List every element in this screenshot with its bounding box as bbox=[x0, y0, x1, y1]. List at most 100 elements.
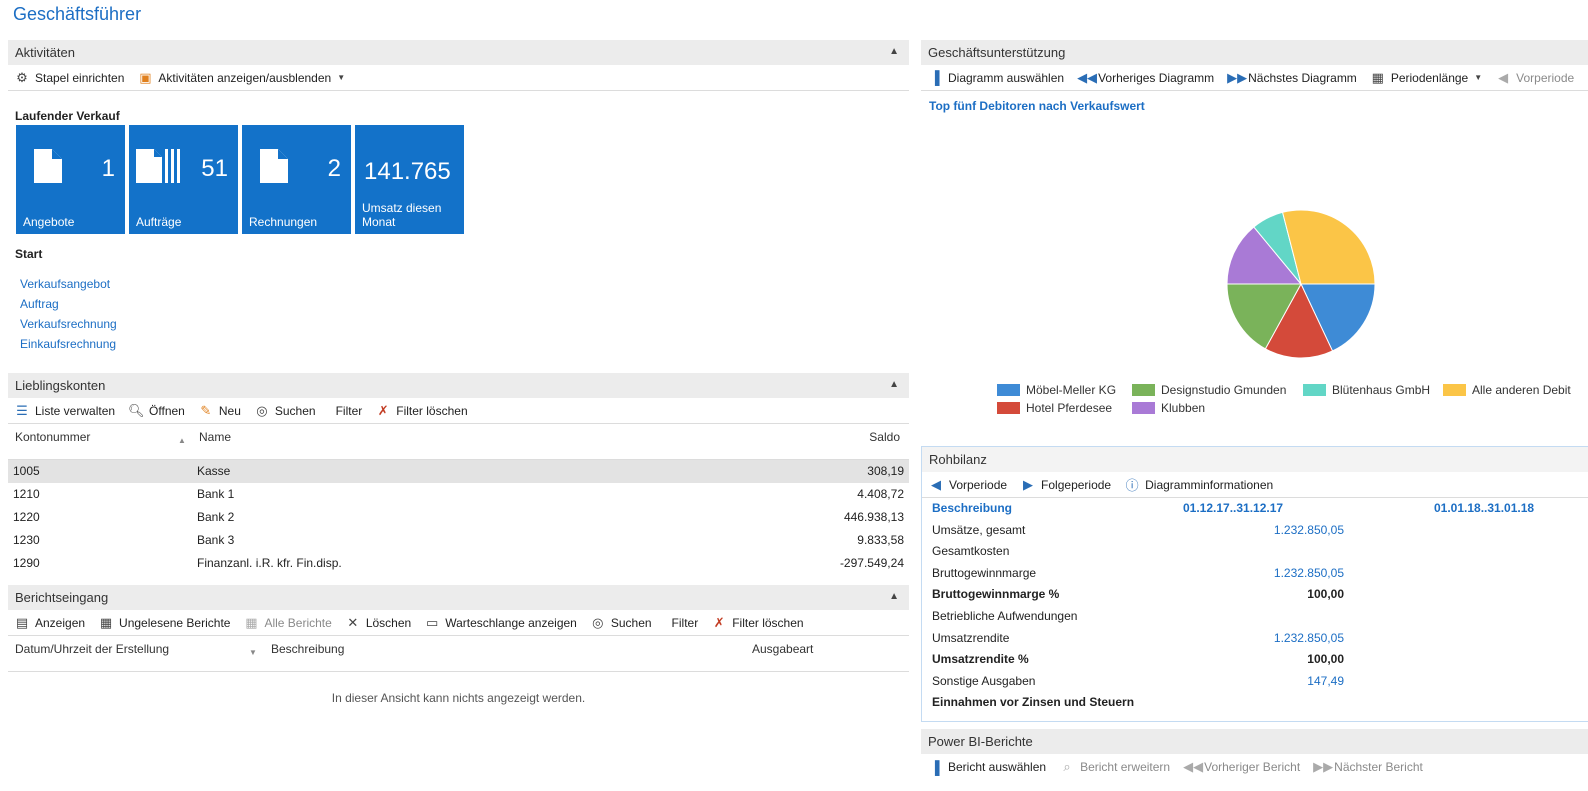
powerbi-header[interactable]: Power BI-Berichte bbox=[921, 729, 1588, 754]
berichtseingang-toolbar: ▤ Anzeigen ▦ Ungelesene Berichte ▦ Alle Ber… bbox=[8, 610, 909, 636]
legend-swatch bbox=[997, 402, 1020, 414]
chevron-down-icon: ▼ bbox=[1474, 73, 1483, 82]
stapel-einrichten-button[interactable]: ⚙ Stapel einrichten bbox=[14, 70, 124, 86]
rohbilanz-row[interactable]: Sonstige Ausgaben 147,49 bbox=[922, 671, 1588, 693]
link-einkaufsrechnung[interactable]: Einkaufsrechnung bbox=[20, 334, 117, 354]
table-row[interactable]: 1230 Bank 3 9.833,58 bbox=[8, 529, 909, 552]
tile-auftraege[interactable]: 51 Aufträge bbox=[129, 125, 238, 234]
rohbilanz-row[interactable]: Gesamtkosten bbox=[922, 541, 1588, 563]
chart-toolbar: ▐ Diagramm auswählen ◀◀ Vorheriges Diagram… bbox=[921, 65, 1588, 91]
folgeperiode-button[interactable]: ▶ Folgeperiode bbox=[1020, 477, 1111, 493]
rohbilanz-row[interactable]: Bruttogewinnmarge % 100,00 bbox=[922, 584, 1588, 606]
laufender-verkauf-label: Laufender Verkauf bbox=[15, 109, 120, 123]
lieblingskonten-header[interactable]: Lieblingskonten ▲ bbox=[8, 373, 909, 398]
aktivitaeten-toolbar: ⚙ Stapel einrichten ▣ Aktivitäten anzeigen… bbox=[8, 65, 909, 91]
column-datum[interactable]: Datum/Uhrzeit der Erstellung bbox=[15, 642, 169, 656]
chart-icon: ▐ bbox=[930, 759, 940, 775]
legend-item[interactable]: Alle anderen Debit bbox=[1443, 383, 1571, 397]
right-column: Geschäftsunterstützung ▐ Diagramm auswähl… bbox=[921, 40, 1588, 791]
legend-item[interactable]: Klubben bbox=[1132, 401, 1205, 415]
legend-item[interactable]: Blütenhaus GmbH bbox=[1303, 383, 1430, 397]
legend-swatch bbox=[1132, 384, 1155, 396]
sort-ascending-icon: ▲ bbox=[178, 436, 186, 445]
vorheriger-bericht-button[interactable]: ◀◀ Vorheriger Bericht bbox=[1183, 759, 1300, 775]
diagramm-auswaehlen-button[interactable]: ▐ Diagramm auswählen bbox=[927, 70, 1064, 85]
chart-icon: ▐ bbox=[930, 70, 940, 85]
tile-rechnungen[interactable]: 2 Rechnungen bbox=[242, 125, 351, 234]
column-kontonummer[interactable]: Kontonummer bbox=[15, 430, 90, 444]
activity-icon: ▣ bbox=[139, 69, 152, 85]
diagramminformationen-button[interactable]: ⓘ Diagramminformationen bbox=[1124, 475, 1274, 494]
powerbi-toolbar: ▐ Bericht auswählen ⌕ Bericht erweitern ◀◀… bbox=[921, 754, 1588, 780]
ungelesene-berichte-button[interactable]: ▦ Ungelesene Berichte bbox=[98, 615, 231, 631]
tile-angebote[interactable]: 1 Angebote bbox=[16, 125, 125, 234]
column-beschreibung[interactable]: Beschreibung bbox=[271, 642, 344, 656]
chart-title: Top fünf Debitoren nach Verkaufswert bbox=[929, 99, 1145, 113]
document-icon bbox=[34, 149, 62, 183]
suchen-button[interactable]: ◎ Suchen bbox=[254, 403, 315, 419]
rohbilanz-row[interactable]: Umsatzrendite 1.232.850,05 bbox=[922, 628, 1588, 650]
legend-swatch bbox=[1132, 402, 1155, 414]
geschaeftsunterstuetzung-title: Geschäftsunterstützung bbox=[928, 45, 1066, 60]
link-auftrag[interactable]: Auftrag bbox=[20, 294, 117, 314]
lieblingskonten-rows: 1005 Kasse 308,19 1210 Bank 1 4.408,72 1220 B… bbox=[8, 460, 909, 575]
link-verkaufsangebot[interactable]: Verkaufsangebot bbox=[20, 274, 117, 294]
column-name[interactable]: Name bbox=[199, 430, 231, 444]
legend-item[interactable]: Möbel-Meller KG bbox=[997, 383, 1116, 397]
naechstes-diagramm-button[interactable]: ▶▶ Nächstes Diagramm bbox=[1227, 70, 1357, 86]
periodenlaenge-button[interactable]: ▦ Periodenlänge ▼ bbox=[1370, 70, 1482, 86]
filter-loeschen-button[interactable]: ✗ Filter löschen bbox=[711, 615, 804, 631]
lieblingskonten-toolbar: ☰ Liste verwalten 🔍︎ Öffnen ✎ Neu ◎ Suchen F… bbox=[8, 398, 909, 424]
neu-button[interactable]: ✎ Neu bbox=[198, 402, 240, 419]
link-verkaufsrechnung[interactable]: Verkaufsrechnung bbox=[20, 314, 117, 334]
collapse-icon[interactable]: ▲ bbox=[889, 46, 899, 57]
liste-verwalten-button[interactable]: ☰ Liste verwalten bbox=[14, 403, 115, 419]
suchen-button[interactable]: ◎ Suchen bbox=[590, 615, 651, 631]
table-row[interactable]: 1220 Bank 2 446.938,13 bbox=[8, 506, 909, 529]
column-saldo[interactable]: Saldo bbox=[869, 430, 900, 444]
legend-item[interactable]: Designstudio Gmunden bbox=[1132, 383, 1286, 397]
start-label: Start bbox=[15, 247, 43, 261]
rohbilanz-header-row: Beschreibung 01.12.17..31.12.17 01.01.18… bbox=[932, 501, 1535, 515]
table-row[interactable]: 1290 Finanzanl. i.R. kfr. Fin.disp. -297.5… bbox=[8, 552, 909, 575]
calendar-icon: ▦ bbox=[1371, 69, 1384, 85]
rohbilanz-row[interactable]: Umsatzrendite % 100,00 bbox=[922, 649, 1588, 671]
filter-button[interactable]: Filter bbox=[672, 616, 699, 630]
new-document-icon: ✎ bbox=[200, 402, 212, 418]
vorperiode-button[interactable]: ◀ Vorperiode bbox=[928, 477, 1007, 493]
naechster-bericht-button[interactable]: ▶▶ Nächster Bericht bbox=[1313, 759, 1423, 775]
berichtseingang-title: Berichtseingang bbox=[15, 590, 109, 605]
empty-message: In dieser Ansicht kann nichts angezeigt … bbox=[331, 691, 586, 705]
rohbilanz-row[interactable]: Umsätze, gesamt 1.232.850,05 bbox=[922, 520, 1588, 542]
aktivitaeten-header[interactable]: Aktivitäten ▲ bbox=[8, 40, 909, 65]
geschaeftsunterstuetzung-header[interactable]: Geschäftsunterstützung bbox=[921, 40, 1588, 65]
rohbilanz-row[interactable]: Einnahmen vor Zinsen und Steuern bbox=[922, 692, 1588, 714]
loeschen-button[interactable]: ✕ Löschen bbox=[345, 615, 411, 631]
vorheriges-diagramm-button[interactable]: ◀◀ Vorheriges Diagramm bbox=[1077, 70, 1214, 86]
rohbilanz-row[interactable]: Bruttogewinnmarge 1.232.850,05 bbox=[922, 563, 1588, 585]
rohbilanz-header[interactable]: Rohbilanz bbox=[922, 447, 1588, 472]
oeffnen-button[interactable]: 🔍︎ Öffnen bbox=[128, 403, 185, 419]
report-icon: ▤ bbox=[15, 614, 29, 630]
bericht-erweitern-button[interactable]: ⌕ Bericht erweitern bbox=[1059, 759, 1170, 775]
legend-item[interactable]: Hotel Pferdesee bbox=[997, 401, 1112, 415]
tile-umsatz[interactable]: 141.765 Umsatz diesen Monat bbox=[355, 125, 464, 234]
gears-icon: ⚙ bbox=[16, 69, 28, 85]
filter-button[interactable]: Filter bbox=[336, 404, 363, 418]
table-row[interactable]: 1005 Kasse 308,19 bbox=[8, 460, 909, 483]
aktivitaeten-anzeigen-button[interactable]: ▣ Aktivitäten anzeigen/ausblenden ▼ bbox=[137, 70, 345, 86]
powerbi-title: Power BI-Berichte bbox=[928, 734, 1033, 749]
bericht-auswaehlen-button[interactable]: ▐ Bericht auswählen bbox=[927, 760, 1046, 775]
table-row[interactable]: 1210 Bank 1 4.408,72 bbox=[8, 483, 909, 506]
filter-loeschen-button[interactable]: ✗ Filter löschen bbox=[375, 403, 468, 419]
alle-berichte-button[interactable]: ▦ Alle Berichte bbox=[243, 615, 332, 631]
rohbilanz-row[interactable]: Betriebliche Aufwendungen bbox=[922, 606, 1588, 628]
vorperiode-button[interactable]: ◀ Vorperiode bbox=[1495, 70, 1574, 86]
berichtseingang-header[interactable]: Berichtseingang ▲ bbox=[8, 585, 909, 610]
collapse-icon[interactable]: ▲ bbox=[889, 379, 899, 390]
column-ausgabeart[interactable]: Ausgabeart bbox=[752, 642, 813, 656]
warteschlange-button[interactable]: ▭ Warteschlange anzeigen bbox=[424, 615, 577, 631]
berichtseingang-grid-header: Datum/Uhrzeit der Erstellung ▼ Beschreib… bbox=[8, 636, 909, 672]
anzeigen-button[interactable]: ▤ Anzeigen bbox=[14, 615, 85, 631]
collapse-icon[interactable]: ▲ bbox=[889, 591, 899, 602]
